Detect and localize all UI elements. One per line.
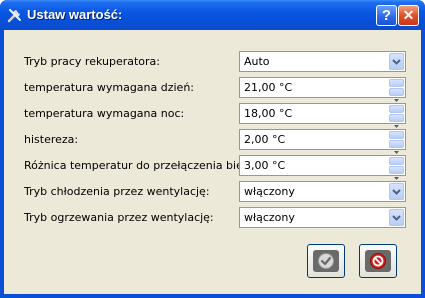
chevron-down-icon <box>392 59 401 65</box>
spin-buttons <box>389 105 404 128</box>
spin-up-button[interactable] <box>389 131 404 146</box>
field-label: Tryb ogrzewania przez wentylację: <box>24 211 214 224</box>
dropdown-button[interactable] <box>389 183 404 200</box>
ok-button[interactable] <box>307 244 345 278</box>
field-value: 3,00 °C <box>244 159 286 172</box>
chevron-down-icon <box>392 215 401 221</box>
ok-check-icon <box>313 250 339 272</box>
form-row: Tryb chłodzenia przez wentylację: włączon… <box>4 181 421 203</box>
form-row: temperatura wymagana noc: 18,00 °C <box>4 103 421 128</box>
field-label: temperatura wymagana noc: <box>24 107 185 120</box>
spin-down-button[interactable] <box>389 114 404 128</box>
spinbox-field[interactable]: 18,00 °C <box>239 103 406 128</box>
spinbox-field[interactable]: 21,00 °C <box>239 77 406 102</box>
spinbox-field[interactable]: 2,00 °C <box>239 129 406 154</box>
spin-up-button[interactable] <box>389 79 404 94</box>
form-row: temperatura wymagana dzień: 21,00 °C <box>4 77 421 102</box>
spin-down-button[interactable] <box>389 166 404 180</box>
form-row: Różnica temperatur do przełączenia biegu… <box>4 155 421 180</box>
field-label: temperatura wymagana dzień: <box>24 81 195 94</box>
field-label: Tryb pracy rekuperatora: <box>24 55 160 68</box>
spin-up-button[interactable] <box>389 157 404 172</box>
select-field[interactable]: włączony <box>239 181 406 202</box>
close-button[interactable]: ✕ <box>398 5 419 26</box>
select-field[interactable]: Auto <box>239 51 406 72</box>
field-value: 18,00 °C <box>244 107 293 120</box>
title-bar[interactable]: Ustaw wartość: ? ✕ <box>0 0 425 30</box>
dialog-window: Ustaw wartość: ? ✕ Tryb pracy rekuperato… <box>0 0 425 298</box>
cancel-icon <box>365 250 391 272</box>
spinbox-field[interactable]: 3,00 °C <box>239 155 406 180</box>
select-field[interactable]: włączony <box>239 207 406 228</box>
spin-down-button[interactable] <box>389 140 404 154</box>
field-value: 21,00 °C <box>244 81 293 94</box>
field-value: 2,00 °C <box>244 133 286 146</box>
field-value: Auto <box>244 55 270 68</box>
field-label: histereza: <box>24 133 79 146</box>
spin-buttons <box>389 157 404 180</box>
dropdown-button[interactable] <box>389 53 404 70</box>
field-label: Tryb chłodzenia przez wentylację: <box>24 185 210 198</box>
spin-buttons <box>389 79 404 102</box>
tools-icon <box>7 9 21 23</box>
spin-up-button[interactable] <box>389 105 404 120</box>
field-value: włączony <box>244 211 295 224</box>
form-row: Tryb pracy rekuperatora: Auto <box>4 51 421 73</box>
spin-buttons <box>389 131 404 154</box>
form-row: histereza: 2,00 °C <box>4 129 421 154</box>
field-value: włączony <box>244 185 295 198</box>
help-button[interactable]: ? <box>376 5 397 26</box>
cancel-button[interactable] <box>359 244 397 278</box>
window-title: Ustaw wartość: <box>27 7 123 22</box>
chevron-down-icon <box>392 189 401 195</box>
spin-down-button[interactable] <box>389 88 404 102</box>
field-label: Różnica temperatur do przełączenia biegu… <box>24 159 261 172</box>
dropdown-button[interactable] <box>389 209 404 226</box>
dialog-body: Tryb pracy rekuperatora: Auto temperatura … <box>4 30 421 294</box>
form-row: Tryb ogrzewania przez wentylację: włączon… <box>4 207 421 229</box>
